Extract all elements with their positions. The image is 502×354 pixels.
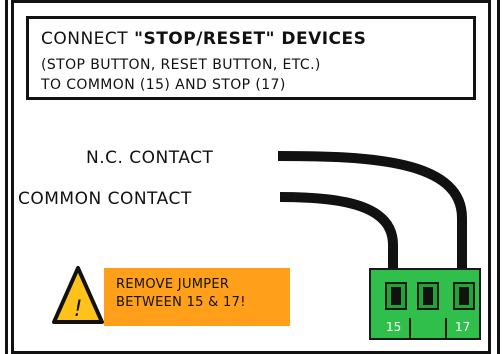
warning-line-1: REMOVE JUMPER — [116, 277, 230, 292]
terminal-label-15: 15 — [386, 320, 402, 334]
terminal-slot-middle — [417, 282, 439, 310]
warning-line-2: BETWEEN 15 & 17! — [116, 295, 246, 310]
warning-icon: ! — [52, 266, 104, 324]
terminal-label-17: 17 — [455, 320, 471, 334]
terminal-slot-15 — [385, 282, 407, 310]
terminal-block: 15 17 — [369, 268, 481, 340]
warning-symbol: ! — [74, 297, 83, 322]
terminal-slot-17 — [453, 282, 475, 310]
warning-banner: REMOVE JUMPER BETWEEN 15 & 17! — [104, 268, 290, 326]
